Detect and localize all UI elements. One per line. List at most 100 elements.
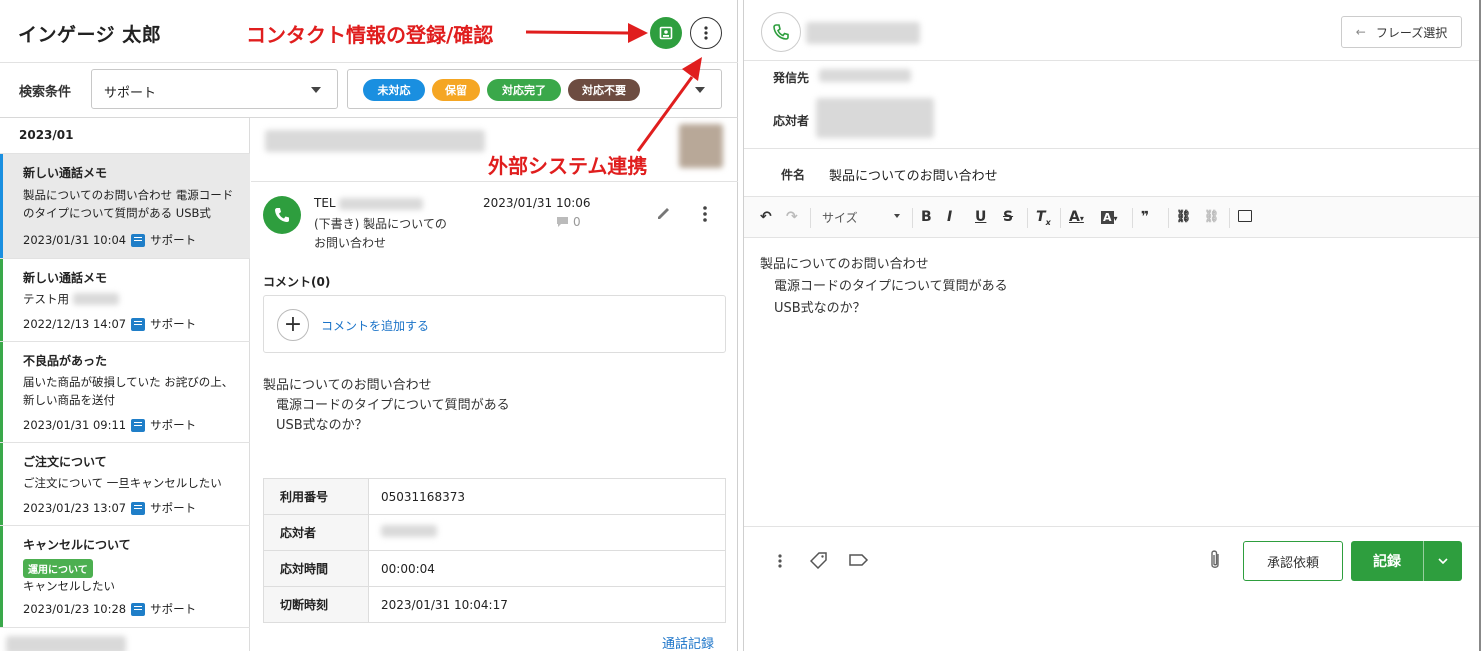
- user-name: インゲージ 太郎: [18, 24, 162, 46]
- comment-count: 0: [556, 215, 581, 229]
- info-value: 2023/01/31 10:04:17: [368, 586, 726, 623]
- editor-line: 電源コードのタイプについて質問がある: [774, 279, 1008, 294]
- divider: [1027, 208, 1028, 228]
- memo-line: USB式なのか？: [276, 418, 368, 433]
- font-size-select[interactable]: サイズ: [822, 209, 904, 226]
- table-row: 切断時刻 2023/01/31 10:04:17: [263, 586, 726, 623]
- plus-icon[interactable]: +: [277, 309, 309, 341]
- clear-format-icon[interactable]: Tx: [1036, 209, 1051, 227]
- attachment-icon[interactable]: [1208, 549, 1222, 571]
- kebab-icon: [704, 26, 708, 40]
- record-button-group: 記録: [1351, 541, 1462, 581]
- item-meta: 2023/01/23 13:07 サポート: [23, 500, 196, 516]
- chevron-down-icon: [1438, 558, 1448, 564]
- subject-label: 件名: [781, 168, 806, 182]
- category-select[interactable]: サポート: [91, 69, 338, 109]
- table-row: 応対者: [263, 514, 726, 551]
- subject-row: 件名 製品についてのお問い合わせ: [744, 148, 1479, 196]
- search-condition-label: 検索条件: [19, 85, 72, 100]
- message-editor[interactable]: 製品についてのお問い合わせ 電源コードのタイプについて質問がある USB式なのか…: [760, 254, 1008, 320]
- phone-icon: [773, 24, 789, 40]
- call-log-link[interactable]: 通話記録: [662, 633, 714, 651]
- phone-button[interactable]: [761, 12, 801, 52]
- from-label: 発信先: [773, 71, 810, 85]
- phrase-select-button[interactable]: ← フレーズ選択: [1341, 16, 1462, 48]
- tag-badge: 運用について: [23, 559, 93, 578]
- phone-call-icon: [263, 196, 301, 234]
- label-icon[interactable]: [849, 554, 869, 566]
- info-key: 応対時間: [263, 550, 369, 587]
- approval-request-button[interactable]: 承認依頼: [1243, 541, 1343, 581]
- item-category: サポート: [150, 501, 197, 515]
- background-color-icon[interactable]: A ▾: [1101, 209, 1118, 225]
- item-meta: 2023/01/31 09:11 サポート: [23, 417, 196, 433]
- list-item[interactable]: [0, 627, 250, 651]
- more-menu-button[interactable]: [690, 17, 722, 49]
- status-chip-done[interactable]: 対応完了: [487, 79, 561, 101]
- item-date: 2023/01/31 10:04: [23, 233, 127, 247]
- link-icon[interactable]: ⛓: [1176, 209, 1191, 223]
- status-bar: [0, 342, 3, 442]
- underline-icon[interactable]: U: [975, 209, 986, 225]
- text-color-icon[interactable]: A▾: [1069, 209, 1084, 225]
- memo-icon: [131, 418, 146, 432]
- list-item[interactable]: キャンセルについて 運用について キャンセルしたい 2023/01/23 10:…: [0, 525, 250, 627]
- chevron-down-icon: [894, 214, 900, 218]
- edit-icon[interactable]: [655, 204, 673, 222]
- list-item[interactable]: 新しい通話メモ 製品についてのお問い合わせ 電源コードのタイプについて質問がある…: [0, 153, 250, 258]
- editor-toolbar: ↶ ↷ サイズ B I U S Tx A▾ A ▾ ❞ ⛓ ⛓: [744, 196, 1479, 238]
- image-icon[interactable]: [1238, 210, 1252, 222]
- phrase-select-label: フレーズ選択: [1375, 25, 1448, 40]
- comment-count-value: 0: [573, 215, 581, 229]
- list-item[interactable]: ご注文について ご注文について 一旦キャンセルしたい 2023/01/23 13…: [0, 442, 250, 525]
- item-category: サポート: [150, 317, 197, 331]
- divider: [810, 208, 811, 228]
- memo-line: 電源コードのタイプについて質問がある: [276, 398, 510, 413]
- card-subject: (下書き) 製品についての お問い合わせ: [314, 215, 464, 253]
- italic-icon[interactable]: I: [947, 209, 952, 225]
- card-subject-prefix: (下書き) 製品についての: [314, 217, 447, 231]
- divider: [1060, 208, 1061, 228]
- info-key: 応対者: [263, 514, 369, 551]
- contact-info-button[interactable]: [650, 17, 682, 49]
- divider: [1168, 208, 1169, 228]
- kebab-icon[interactable]: [778, 554, 782, 568]
- status-chip-hold[interactable]: 保留: [432, 79, 480, 101]
- divider: [1132, 208, 1133, 228]
- unlink-icon[interactable]: ⛓: [1204, 209, 1219, 223]
- responder-row: 応対者: [744, 90, 1479, 148]
- status-bar: [0, 154, 3, 258]
- kebab-icon[interactable]: [703, 206, 707, 222]
- item-desc: 製品についてのお問い合わせ 電源コードのタイプについて質問がある USB式: [23, 188, 234, 220]
- list-item[interactable]: 新しい通話メモ テスト用 2022/12/13 14:07 サポート: [0, 258, 250, 341]
- bold-icon[interactable]: B: [921, 209, 932, 225]
- record-dropdown-button[interactable]: [1423, 541, 1462, 581]
- list-item[interactable]: 不良品があった 届いた商品が破損していた お詫びの上、新しい商品を送付 2023…: [0, 341, 250, 442]
- comments-heading: コメント(0): [263, 275, 331, 289]
- record-button[interactable]: 記録: [1351, 541, 1423, 581]
- from-row: 発信先: [744, 60, 1479, 90]
- subject-input[interactable]: 製品についてのお問い合わせ: [829, 165, 998, 184]
- message-list: 2023/01 新しい通話メモ 製品についてのお問い合わせ 電源コードのタイプに…: [0, 118, 250, 651]
- add-comment-box[interactable]: + コメントを追加する: [263, 295, 726, 353]
- comment-icon: [557, 217, 568, 227]
- memo-icon: [131, 501, 146, 515]
- tel-label: TEL: [314, 196, 336, 210]
- table-row: 応対時間 00:00:04: [263, 550, 726, 587]
- compose-panel: ← フレーズ選択 発信先 応対者 件名 製品についてのお問い合わせ ↶ ↷ サイ…: [744, 0, 1481, 651]
- strikethrough-icon[interactable]: S: [1003, 209, 1013, 225]
- annotation-arrow: [636, 57, 702, 152]
- detail-pane: TEL (下書き) 製品についての お問い合わせ 2023/01/31 10:0…: [251, 118, 738, 651]
- status-bar: [0, 443, 3, 525]
- divider: [251, 181, 738, 182]
- item-desc: キャンセルしたい: [23, 579, 115, 593]
- status-chip-unhandled[interactable]: 未対応: [363, 79, 425, 101]
- memo-icon: [131, 602, 146, 616]
- quote-icon[interactable]: ❞: [1141, 209, 1149, 225]
- info-value: [368, 514, 726, 551]
- chevron-down-icon: [311, 87, 321, 93]
- redo-icon[interactable]: ↷: [786, 209, 798, 225]
- undo-icon[interactable]: ↶: [760, 209, 772, 225]
- add-comment-link[interactable]: コメントを追加する: [321, 317, 429, 334]
- tag-icon[interactable]: [810, 551, 828, 569]
